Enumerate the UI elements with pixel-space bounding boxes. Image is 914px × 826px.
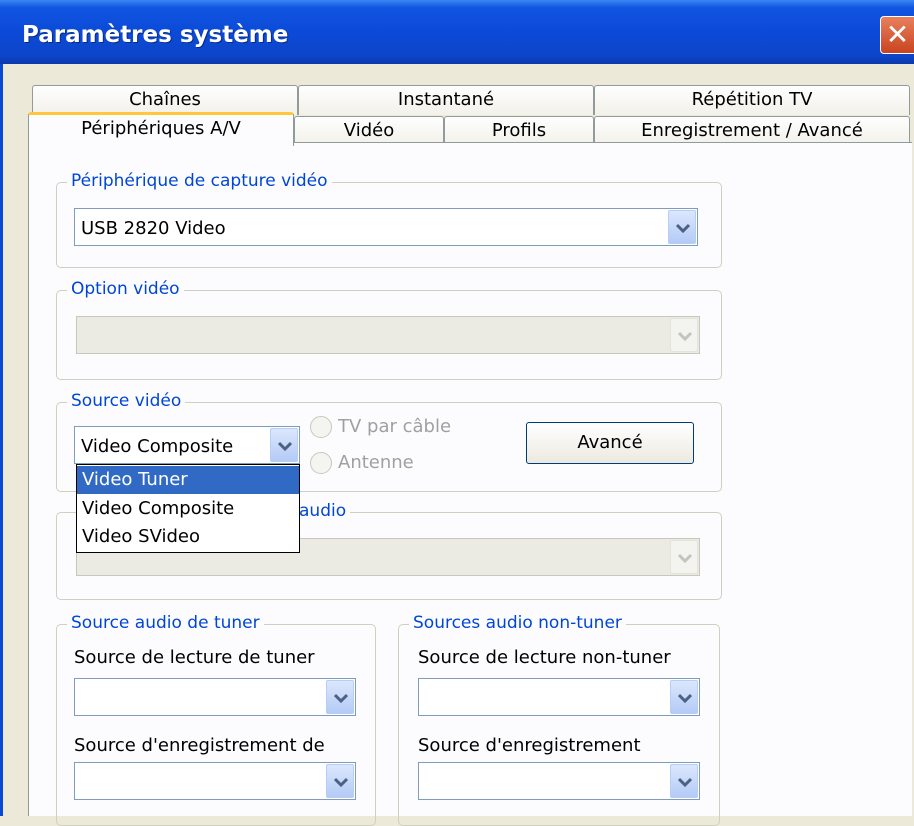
video-source-legend: Source vidéo [67,391,186,411]
tab-instantane[interactable]: Instantané [298,85,594,115]
option-video-svideo[interactable]: Video SVideo [77,523,299,551]
tab-chaines[interactable]: Chaînes [32,85,298,115]
close-button[interactable]: ✕ [880,16,914,54]
chevron-down-icon [678,693,692,703]
option-video-composite[interactable]: Video Composite [77,495,299,523]
radio-tv-cable[interactable] [310,416,332,438]
tuner-record-label: Source d'enregistrement de [74,735,325,756]
nontuner-record-dropdown-button[interactable] [670,764,698,798]
advanced-button[interactable]: Avancé [526,422,694,464]
radio-antenne-label: Antenne [338,452,414,473]
chevron-down-icon [278,441,292,451]
radio-tv-cable-label: TV par câble [338,416,452,437]
chevron-down-icon [678,553,692,563]
chevron-down-icon [334,693,348,703]
video-source-select[interactable]: Video Composite [74,426,300,464]
chevron-down-icon [334,777,348,787]
capture-device-select[interactable]: USB 2820 Video [74,208,698,246]
nontuner-playback-select[interactable] [418,678,700,716]
radio-antenne[interactable] [310,452,332,474]
video-option-dropdown-button[interactable] [670,318,698,352]
video-source-dropdown-button[interactable] [270,428,298,462]
tab-video[interactable]: Vidéo [294,116,444,144]
nontuner-playback-dropdown-button[interactable] [670,680,698,714]
nontuner-audio-legend: Sources audio non-tuner [409,613,626,633]
tuner-record-dropdown-button[interactable] [326,764,354,798]
tab-profils[interactable]: Profils [444,116,594,144]
capture-device-legend: Périphérique de capture vidéo [67,171,332,191]
audio-capture-legend: audio [295,501,351,521]
option-video-tuner[interactable]: Video Tuner [77,466,299,494]
tuner-playback-dropdown-button[interactable] [326,680,354,714]
video-option-select[interactable] [76,316,700,354]
tuner-audio-legend: Source audio de tuner [67,613,264,633]
video-source-dropdown-list: Video Tuner Video Composite Video SVideo [76,464,300,553]
tuner-playback-select[interactable] [74,678,356,716]
chevron-down-icon [676,223,690,233]
nontuner-record-label: Source d'enregistrement [418,735,641,756]
tuner-record-select[interactable] [74,762,356,800]
capture-device-value: USB 2820 Video [81,218,226,239]
tab-repetition-tv[interactable]: Répétition TV [594,85,910,115]
tab-enregistrement-avance[interactable]: Enregistrement / Avancé [594,116,910,144]
nontuner-record-select[interactable] [418,762,700,800]
title-bar: Paramètres système ✕ [0,0,914,64]
audio-capture-dropdown-button[interactable] [670,540,698,574]
video-source-value: Video Composite [81,436,234,457]
tuner-playback-label: Source de lecture de tuner [74,647,315,668]
chevron-down-icon [678,777,692,787]
nontuner-playback-label: Source de lecture non-tuner [418,647,671,668]
chevron-down-icon [678,331,692,341]
capture-device-dropdown-button[interactable] [668,210,696,244]
tab-peripheriques-av[interactable]: Périphériques A/V [28,112,294,146]
window-title: Paramètres système [22,22,289,48]
video-option-legend: Option vidéo [67,279,184,299]
close-icon: ✕ [885,18,910,51]
